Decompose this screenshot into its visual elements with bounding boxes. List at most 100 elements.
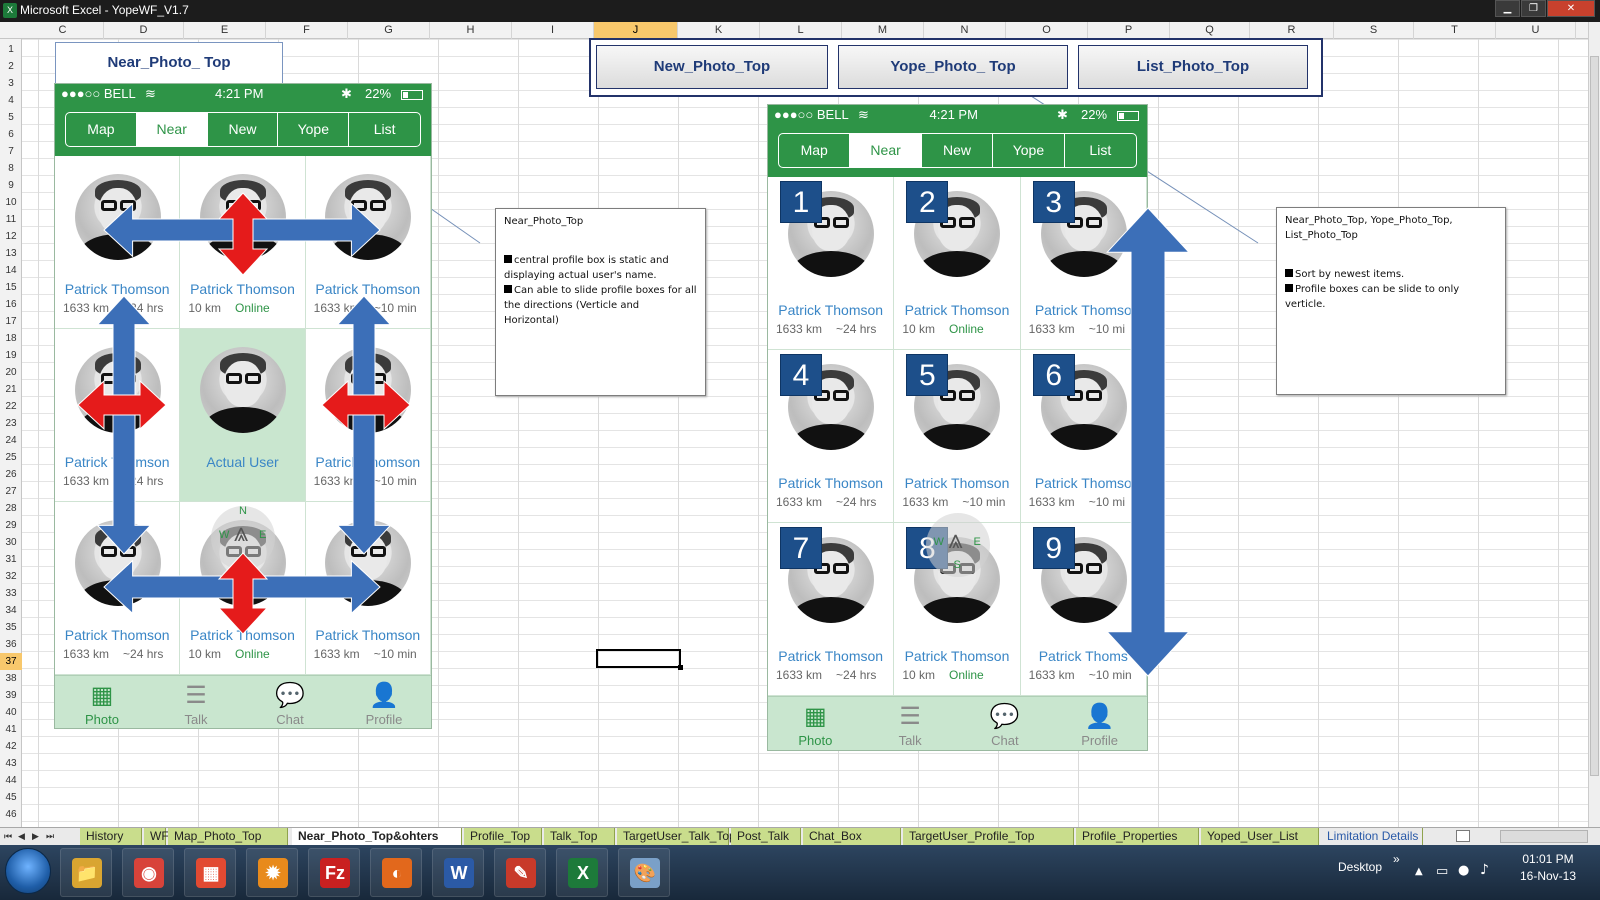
profile-cell[interactable]: 4 Patrick Thomson 1633 km ~24 hrs [768,350,895,523]
row-header-cell[interactable]: 34 [0,602,22,619]
selected-cell[interactable] [596,649,683,670]
column-header-cell[interactable]: D [104,22,184,39]
taskbar-app-paint-app[interactable]: ✎ [494,848,546,897]
tab-talk[interactable]: ☰ Talk [156,676,236,727]
profile-cell[interactable]: Patrick Thomson 1633 km ~24 hrs [55,329,181,502]
row-header-cell[interactable]: 7 [0,143,22,160]
taskbar-app-chrome[interactable]: ◉ [122,848,174,897]
taskbar-app-metro[interactable]: ▦ [184,848,236,897]
close-button[interactable]: ✕ [1547,0,1595,17]
tray-arrow-icon[interactable]: ▲ [1415,866,1423,877]
column-header-cell[interactable]: L [760,22,842,39]
row-header-cell[interactable]: 9 [0,177,22,194]
row-header-cell[interactable]: 5 [0,109,22,126]
sheet-tab[interactable]: History [80,828,142,845]
row-header-cell[interactable]: 16 [0,296,22,313]
row-header-cell[interactable]: 27 [0,483,22,500]
row-header-cell[interactable]: 18 [0,330,22,347]
tab-profile[interactable]: 👤 Profile [344,676,424,727]
tab-chat[interactable]: 💬 Chat [965,697,1045,748]
sheet-tab[interactable]: Near_Photo_Top&ohters [292,828,462,845]
profile-cell[interactable]: Patrick Thomson 1633 km ~10 min [305,329,431,502]
segment-new[interactable]: New [208,113,279,146]
column-header-cell[interactable]: H [430,22,512,39]
profile-cell[interactable]: Patrick Thomson 1633 km ~24 hrs [55,156,181,329]
column-header-cell[interactable]: F [266,22,348,39]
segment-yope[interactable]: Yope [993,134,1065,167]
row-header-cell[interactable]: 2 [0,58,22,75]
taskbar-app-explorer[interactable]: 📁 [60,848,112,897]
tab-photo[interactable]: ▦ Photo [62,676,142,727]
column-header-cell[interactable]: J [594,22,678,39]
row-header-cell[interactable]: 13 [0,245,22,262]
tray-expand-icon[interactable]: » [1393,852,1400,866]
last-sheet-icon[interactable]: ⏭ [46,831,54,842]
row-header-cell[interactable]: 8 [0,160,22,177]
taskbar-app-settings[interactable]: ✹ [246,848,298,897]
column-header-cell[interactable]: M [842,22,924,39]
network-icon[interactable]: ▭ [1436,864,1448,879]
volume-icon[interactable]: ♪ [1480,862,1489,878]
horizontal-scrollbar[interactable] [1500,830,1588,843]
next-sheet-icon[interactable]: ▶ [32,831,39,842]
sheet-tab[interactable]: Yoped_User_List [1201,828,1319,845]
taskbar-app-filezilla[interactable]: Fz [308,848,360,897]
list-photo-top-button[interactable]: List_Photo_Top [1078,45,1308,89]
row-header-cell[interactable]: 26 [0,466,22,483]
column-header-cell[interactable]: E [184,22,266,39]
row-header-cell[interactable]: 38 [0,670,22,687]
tab-profile[interactable]: 👤 Profile [1060,697,1140,748]
column-header-cell[interactable]: R [1250,22,1334,39]
profile-cell[interactable]: Patrick Thomson 10 km Online [180,156,306,329]
row-header-cell[interactable]: 40 [0,704,22,721]
sheet-tab[interactable]: Chat_Box [803,828,901,845]
column-header-cell[interactable]: C [22,22,104,39]
taskbar-clock[interactable]: 01:01 PM 16-Nov-13 [1508,851,1588,885]
tab-chat[interactable]: 💬 Chat [250,676,330,727]
row-header-cell[interactable]: 46 [0,806,22,823]
row-header-cell[interactable]: 23 [0,415,22,432]
row-header-cell[interactable]: 19 [0,347,22,364]
row-header-cell[interactable]: 41 [0,721,22,738]
row-header-cell[interactable]: 6 [0,126,22,143]
compass-icon[interactable]: E S W ⩓ [925,513,990,577]
desktop-toolbar-label[interactable]: Desktop [1338,860,1382,874]
column-header-cell[interactable]: I [512,22,594,39]
profile-cell[interactable]: Patrick Thomson 1633 km ~10 min [305,156,431,329]
segment-yope[interactable]: Yope [278,113,350,146]
column-header-cell[interactable]: P [1088,22,1170,39]
profile-cell[interactable]: 3 Patrick Thomso 1633 km ~10 mi [1020,177,1147,350]
row-header-cell[interactable]: 20 [0,364,22,381]
segment-list[interactable]: List [1065,134,1136,167]
row-header-cell[interactable]: 10 [0,194,22,211]
column-header-cell[interactable]: U [1496,22,1576,39]
row-header-cell[interactable]: 17 [0,313,22,330]
profile-cell[interactable]: 6 Patrick Thomso 1633 km ~10 mi [1020,350,1147,523]
row-header-cell[interactable]: 44 [0,772,22,789]
sheet-tab[interactable]: Profile_Properties [1076,828,1199,845]
sheet-tab[interactable]: Talk_Top [544,828,615,845]
taskbar-app-paint[interactable]: 🎨 [618,848,670,897]
column-header-cell[interactable]: S [1334,22,1414,39]
column-header-cell[interactable]: O [1006,22,1088,39]
profile-cell[interactable]: Patrick Thomson 1633 km ~10 min [305,502,431,675]
segment-map[interactable]: Map [66,113,137,146]
yope-photo-top-button[interactable]: Yope_Photo_ Top [838,45,1068,89]
start-button[interactable] [5,848,51,894]
profile-cell[interactable]: Patrick Thomson 1633 km ~24 hrs [55,502,181,675]
restore-button[interactable]: ❐ [1521,0,1546,17]
row-header-cell[interactable]: 15 [0,279,22,296]
segment-near[interactable]: Near [136,113,208,146]
segment-near[interactable]: Near [850,134,922,167]
row-header-cell[interactable]: 43 [0,755,22,772]
insert-sheet-icon[interactable] [1456,830,1470,842]
new-photo-top-button[interactable]: New_Photo_Top [596,45,828,89]
column-header-cell[interactable]: T [1414,22,1496,39]
minimize-button[interactable]: ▁ [1495,0,1520,17]
row-header-cell[interactable]: 1 [0,41,22,58]
segment-list[interactable]: List [349,113,420,146]
tab-talk[interactable]: ☰ Talk [870,697,950,748]
fill-handle[interactable] [678,665,683,670]
row-header-cell[interactable]: 11 [0,211,22,228]
scrollbar-thumb[interactable] [1590,56,1599,776]
